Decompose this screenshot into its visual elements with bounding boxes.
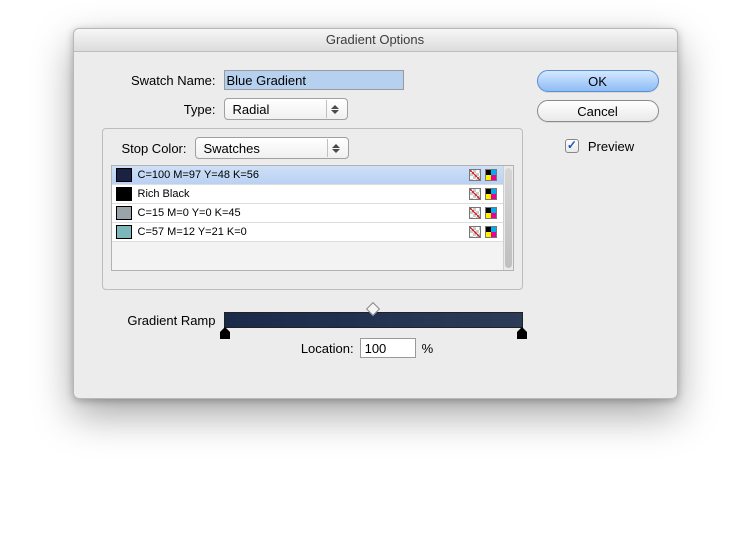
updown-arrows-icon: [326, 100, 343, 118]
gradient-stop-handle[interactable]: [517, 327, 527, 339]
swatch-chip-icon: [116, 206, 132, 220]
swatch-type-icons: [469, 188, 497, 200]
swatches-list[interactable]: C=100 M=97 Y=48 K=56 Rich Black C=15 M=0 Y…: [111, 165, 514, 271]
swatch-name-input[interactable]: [224, 70, 404, 90]
swatch-row[interactable]: Rich Black: [112, 185, 503, 204]
swatch-cmyk-icon: [485, 188, 497, 200]
location-input[interactable]: [360, 338, 416, 358]
swatch-chip-icon: [116, 168, 132, 182]
swatch-name-label: Swatch Name:: [92, 73, 216, 88]
swatch-cmyk-icon: [485, 226, 497, 238]
preview-checkbox[interactable]: [565, 139, 579, 153]
swatch-type-icons: [469, 207, 497, 219]
swatch-row[interactable]: C=15 M=0 Y=0 K=45: [112, 204, 503, 223]
dialog-window: Gradient Options Swatch Name: Type: Radi…: [73, 28, 678, 399]
swatch-name-label: C=100 M=97 Y=48 K=56: [138, 169, 463, 181]
swatch-name-label: C=15 M=0 Y=0 K=45: [138, 207, 463, 219]
swatch-type-icons: [469, 226, 497, 238]
stop-color-group: Stop Color: Swatches C=100 M=97 Y=48 K=5…: [102, 128, 523, 290]
swatch-type-icons: [469, 169, 497, 181]
swatch-none-icon: [469, 207, 481, 219]
swatch-cmyk-icon: [485, 207, 497, 219]
percent-label: %: [422, 341, 434, 356]
preview-label: Preview: [588, 139, 634, 154]
swatch-none-icon: [469, 169, 481, 181]
gradient-ramp[interactable]: [224, 312, 523, 328]
preview-checkbox-row[interactable]: Preview: [537, 136, 659, 156]
swatch-row[interactable]: C=57 M=12 Y=21 K=0: [112, 223, 503, 242]
scrollbar[interactable]: [503, 166, 513, 270]
stop-color-popup[interactable]: Swatches: [195, 137, 349, 159]
gradient-stop-handle[interactable]: [220, 327, 230, 339]
gradient-ramp-label: Gradient Ramp: [92, 313, 216, 328]
stop-color-label: Stop Color:: [101, 141, 187, 156]
location-label: Location:: [301, 341, 354, 356]
window-title: Gradient Options: [74, 29, 677, 52]
updown-arrows-icon: [327, 139, 344, 157]
swatch-name-label: Rich Black: [138, 188, 463, 200]
type-label: Type:: [92, 102, 216, 117]
midpoint-diamond-icon[interactable]: [366, 302, 380, 316]
type-popup[interactable]: Radial: [224, 98, 348, 120]
type-popup-value: Radial: [233, 102, 270, 117]
scrollbar-thumb[interactable]: [505, 168, 512, 268]
ok-button[interactable]: OK: [537, 70, 659, 92]
stop-color-popup-value: Swatches: [204, 141, 260, 156]
swatch-chip-icon: [116, 225, 132, 239]
swatch-none-icon: [469, 226, 481, 238]
cancel-button[interactable]: Cancel: [537, 100, 659, 122]
swatch-name-label: C=57 M=12 Y=21 K=0: [138, 226, 463, 238]
swatch-row[interactable]: C=100 M=97 Y=48 K=56: [112, 166, 503, 185]
swatch-cmyk-icon: [485, 169, 497, 181]
swatch-none-icon: [469, 188, 481, 200]
swatch-chip-icon: [116, 187, 132, 201]
